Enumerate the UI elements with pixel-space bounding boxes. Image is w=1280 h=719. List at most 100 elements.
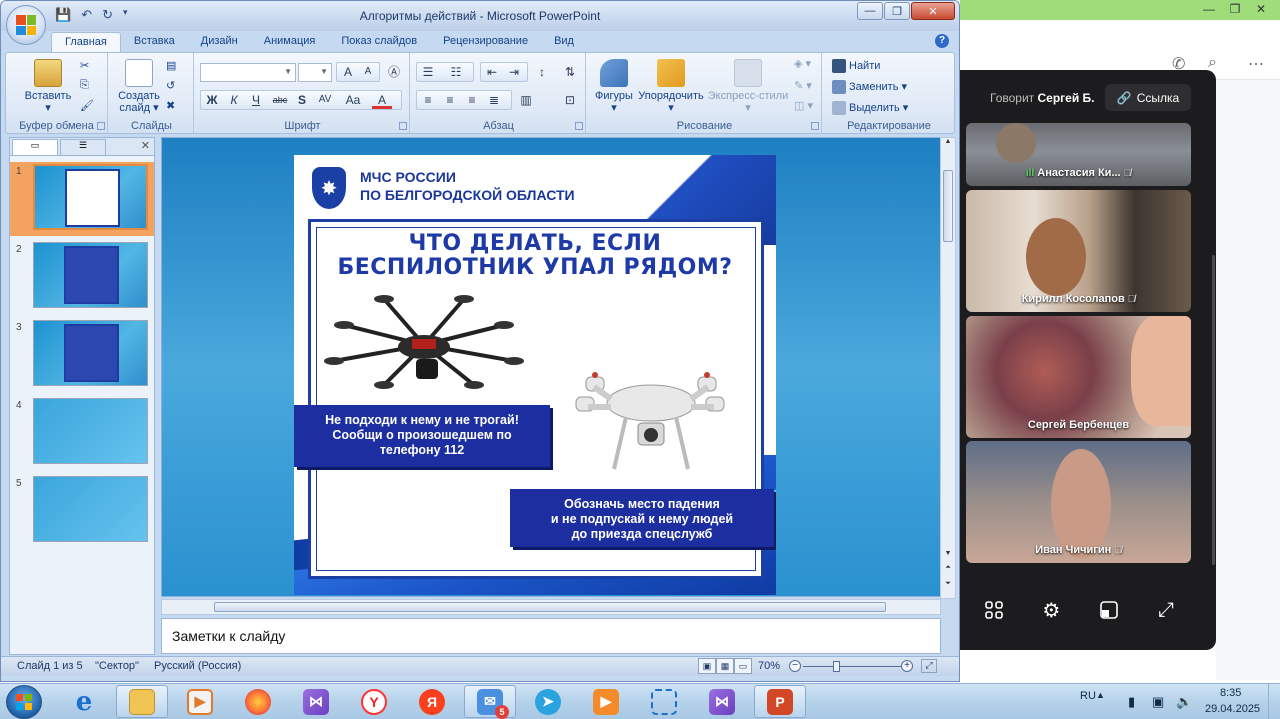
arrange-button[interactable]: Упорядочить ▾ [636, 59, 706, 114]
tab-slideshow[interactable]: Показ слайдов [328, 32, 430, 52]
align-text-icon[interactable]: ⊡ [560, 91, 580, 109]
slide-thumbnail[interactable]: 2 [10, 240, 154, 314]
tab-review[interactable]: Рецензирование [430, 32, 541, 52]
numbering-icon[interactable]: ☷ [446, 63, 466, 81]
file-explorer-task[interactable] [116, 685, 168, 718]
shapes-button[interactable]: Фигуры ▾ [592, 59, 636, 114]
internet-explorer-task[interactable]: e [58, 685, 110, 718]
slide-thumbnail[interactable]: 1 [10, 162, 154, 236]
help-icon[interactable]: ? [935, 34, 949, 48]
italic-button[interactable]: К [224, 91, 244, 109]
paste-button[interactable]: Вставить ▾ [24, 59, 72, 114]
snipping-tool-task[interactable] [638, 685, 690, 718]
align-left-icon[interactable]: ≡ [418, 91, 438, 109]
device-icon[interactable]: ▮ [1128, 694, 1135, 710]
close-icon[interactable]: ✕ [911, 2, 955, 20]
search-icon[interactable]: ⌕ [1208, 54, 1217, 72]
more-icon[interactable]: ⋯ [1248, 54, 1264, 74]
volume-icon[interactable]: 🔈 [1176, 694, 1192, 710]
normal-view-icon[interactable]: ▣ [698, 658, 716, 674]
bold-button[interactable]: Ж [202, 91, 222, 109]
zoom-slider-knob[interactable] [833, 661, 841, 672]
messenger-task[interactable]: ✉ 5 [464, 685, 516, 719]
slideshow-view-icon[interactable]: ▭ [734, 658, 752, 674]
participant-tile[interactable]: Иван Чичигин 🎙̸ [966, 441, 1191, 563]
layout-icon[interactable]: ▤ [166, 59, 176, 72]
slide-thumbnail[interactable]: 5 [10, 474, 154, 548]
slide-thumbnail[interactable]: 3 [10, 318, 154, 392]
new-slide-button[interactable]: Создать слайд ▾ [114, 59, 164, 114]
participant-tile[interactable]: Сергей Бербенцев [966, 316, 1191, 438]
shape-outline-icon[interactable]: ✎ ▾ [794, 79, 812, 92]
slide-canvas[interactable]: ✸ МЧС РОССИИ ПО БЕЛГОРОДСКОЙ ОБЛАСТИ ЧТО… [294, 155, 776, 595]
shape-effects-icon[interactable]: ◫ ▾ [794, 99, 813, 112]
font-size-combo[interactable]: ▼ [298, 63, 332, 82]
find-button[interactable]: Найти [832, 59, 880, 73]
media-player-task[interactable]: ▶ [174, 685, 226, 718]
reset-icon[interactable]: ↺ [166, 79, 175, 92]
outline-tab-icon[interactable]: ☰ [60, 139, 106, 155]
zoom-level[interactable]: 70% [758, 660, 780, 672]
replace-button[interactable]: Заменить ▾ [832, 80, 907, 95]
change-case-button[interactable]: Aa [340, 91, 366, 109]
zoom-in-icon[interactable]: + [901, 660, 913, 672]
restore-icon[interactable]: ❐ [1222, 0, 1248, 18]
justify-icon[interactable]: ≣ [484, 91, 504, 109]
increase-indent-icon[interactable]: ⇥ [504, 63, 524, 81]
tab-home[interactable]: Главная [51, 32, 121, 52]
fullscreen-icon[interactable]: ⤢ [1152, 596, 1180, 624]
powerpoint-task[interactable]: P [754, 685, 806, 718]
network-icon[interactable]: ▣ [1152, 694, 1164, 710]
telegram-task[interactable]: ➤ [522, 685, 574, 718]
columns-icon[interactable]: ▥ [516, 91, 536, 109]
vertical-scrollbar[interactable]: ▲ ▼ ⏶ ⏷ [940, 137, 956, 599]
participant-tile[interactable]: Кирилл Косолапов 🎙̸ [966, 190, 1191, 312]
cut-icon[interactable]: ✂ [80, 59, 89, 72]
yandex-browser-task[interactable]: Y [348, 685, 400, 718]
delete-slide-icon[interactable]: ✖ [166, 99, 175, 112]
align-right-icon[interactable]: ≡ [462, 91, 482, 109]
text-direction-icon[interactable]: ⇅ [560, 63, 580, 81]
clear-format-icon[interactable]: Ⓐ [384, 63, 404, 81]
dialog-launcher-icon[interactable] [575, 122, 583, 130]
tab-insert[interactable]: Вставка [121, 32, 188, 52]
clock-time[interactable]: 8:35 [1220, 687, 1241, 699]
close-pane-icon[interactable]: ✕ [141, 139, 150, 152]
shape-fill-icon[interactable]: ◈ ▾ [794, 57, 811, 70]
firefox-task[interactable] [232, 685, 284, 718]
zoom-slider[interactable]: − + [789, 660, 915, 674]
shadow-button[interactable]: S [292, 91, 312, 109]
minimize-icon[interactable]: — [1196, 0, 1222, 18]
notes-pane[interactable]: Заметки к слайду [161, 618, 941, 654]
show-hidden-icons-icon[interactable]: ▲ [1096, 690, 1105, 700]
office-button[interactable] [6, 5, 46, 45]
tab-view[interactable]: Вид [541, 32, 587, 52]
copy-icon[interactable]: ⎘ [80, 79, 89, 92]
grid-view-icon[interactable] [980, 596, 1008, 624]
minimize-icon[interactable]: — [857, 2, 883, 20]
tab-animation[interactable]: Анимация [251, 32, 329, 52]
call-scrollbar[interactable] [1212, 255, 1215, 565]
settings-gear-icon[interactable]: ⚙ [1037, 596, 1065, 624]
clock-date[interactable]: 29.04.2025 [1205, 703, 1260, 715]
windows-start-icon[interactable] [6, 685, 42, 719]
dialog-launcher-icon[interactable] [97, 122, 105, 130]
slide-thumbnail[interactable]: 4 [10, 396, 154, 470]
sorter-view-icon[interactable]: ▦ [716, 658, 734, 674]
pip-window-icon[interactable] [1095, 596, 1123, 624]
char-spacing-button[interactable]: AV [312, 91, 338, 109]
app-task[interactable]: ▶ [580, 685, 632, 718]
decrease-indent-icon[interactable]: ⇤ [482, 63, 502, 81]
align-center-icon[interactable]: ≡ [440, 91, 460, 109]
dialog-launcher-icon[interactable] [399, 122, 407, 130]
language-indicator[interactable]: Русский (Россия) [154, 660, 241, 672]
zoom-out-icon[interactable]: − [789, 660, 801, 672]
quick-styles-button[interactable]: Экспресс-стили ▾ [706, 59, 790, 114]
dialog-launcher-icon[interactable] [811, 122, 819, 130]
underline-button[interactable]: Ч [246, 91, 266, 109]
language-indicator[interactable]: RU [1080, 690, 1096, 702]
shrink-font-button[interactable]: A [358, 63, 378, 81]
format-painter-icon[interactable]: 🖌 [80, 99, 94, 112]
app-task[interactable]: ⋈ [290, 685, 342, 718]
bullets-icon[interactable]: ☰ [418, 63, 438, 81]
